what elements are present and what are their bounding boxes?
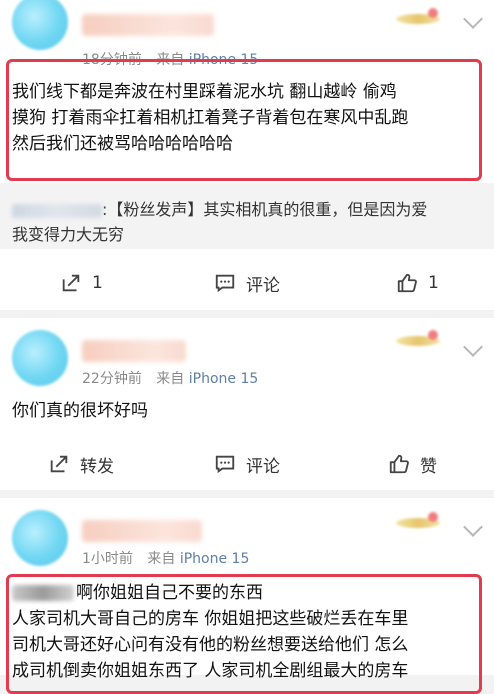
comment-label: 评论 xyxy=(246,456,280,477)
action-bar: 转发 评论 赞 xyxy=(0,442,494,486)
like-button[interactable]: 赞 xyxy=(388,442,437,486)
post-text-line: 我们线下都是奔波在村里踩着泥水坑 翻山越岭 偷鸡 xyxy=(12,82,397,102)
comment-button[interactable]: 评论 xyxy=(214,442,280,486)
chevron-down-icon[interactable] xyxy=(463,9,483,29)
post-text-line: 啊你姐姐自己不要的东西 xyxy=(76,583,263,603)
comment-button[interactable]: 评论 xyxy=(214,261,280,305)
device-link[interactable]: iPhone 15 xyxy=(180,551,250,567)
post-meta: 1小时前 来自 iPhone 15 xyxy=(82,548,249,568)
avatar[interactable] xyxy=(12,0,68,50)
post-text-line: 摸狗 打着雨伞扛着相机扛着凳子背着包在寒风中乱跑 xyxy=(12,108,409,128)
post-text: 啊你姐姐自己不要的东西 人家司机大哥自己的房车 你姐姐把这些破烂丢在车里 司机大… xyxy=(12,580,408,684)
post-text: 我们线下都是奔波在村里踩着泥水坑 翻山越岭 偷鸡 摸狗 打着雨伞扛着相机扛着凳子… xyxy=(12,79,408,157)
member-badge-icon xyxy=(396,330,440,352)
chevron-down-icon[interactable] xyxy=(463,337,483,357)
repost-block[interactable]: :【粉丝发声】其实相机真的很重，但是因为爱 我变得力大无穷 xyxy=(0,183,494,249)
blurred-mention xyxy=(12,585,74,601)
member-badge-icon xyxy=(396,512,440,534)
repost-button[interactable]: 转发 xyxy=(48,442,114,486)
repost-text-line: 我变得力大无穷 xyxy=(12,225,125,244)
avatar[interactable] xyxy=(12,330,68,386)
post-time: 1小时前 xyxy=(82,551,133,567)
post-time: 22分钟前 xyxy=(82,371,142,387)
repost-label: 转发 xyxy=(80,456,114,477)
comment-label: 评论 xyxy=(246,275,280,296)
action-bar: 1 评论 1 xyxy=(0,261,494,305)
repost-button[interactable]: 1 xyxy=(60,261,103,305)
chevron-down-icon[interactable] xyxy=(463,517,483,537)
repost-count: 1 xyxy=(92,273,103,293)
post-text-line: 然后我们还被骂哈哈哈哈哈哈 xyxy=(12,134,233,154)
post-text-line: 司机大哥还好心问有没有他的粉丝想要送给他们 怎么 xyxy=(12,635,409,655)
repost-icon xyxy=(62,274,80,292)
avatar[interactable] xyxy=(12,510,68,566)
like-count: 1 xyxy=(428,273,439,293)
comment-icon xyxy=(215,274,235,293)
like-icon xyxy=(389,454,409,474)
post-card-2: 22分钟前 来自 iPhone 15 你们真的很坏好吗 转发 评论 赞 xyxy=(0,318,494,490)
like-button[interactable]: 1 xyxy=(396,261,439,305)
username-blurred[interactable] xyxy=(82,340,186,362)
repost-icon xyxy=(50,455,68,473)
like-label: 赞 xyxy=(420,456,437,477)
member-badge-icon xyxy=(396,8,440,30)
username-blurred[interactable] xyxy=(82,14,214,36)
repost-username-blurred[interactable] xyxy=(12,203,102,218)
username-blurred[interactable] xyxy=(82,520,202,542)
post-meta: 22分钟前 来自 iPhone 15 xyxy=(82,368,258,388)
post-text-line: 成司机倒卖你姐姐东西了 人家司机全剧组最大的房车 xyxy=(12,661,409,681)
like-icon xyxy=(397,273,417,293)
post-text-line: 人家司机大哥自己的房车 你姐姐把这些破烂丢在车里 xyxy=(12,609,409,629)
device-link[interactable]: iPhone 15 xyxy=(189,371,259,387)
comment-icon xyxy=(215,455,235,474)
post-actions-card: 1 评论 1 xyxy=(0,257,494,310)
source-prefix: 来自 xyxy=(147,551,176,567)
post-text: 你们真的很坏好吗 xyxy=(12,401,148,421)
post-card-3: 1小时前 来自 iPhone 15 啊你姐姐自己不要的东西 人家司机大哥自己的房… xyxy=(0,498,494,694)
repost-text-line: :【粉丝发声】其实相机真的很重，但是因为爱 xyxy=(102,200,428,219)
source-prefix: 来自 xyxy=(156,371,185,387)
